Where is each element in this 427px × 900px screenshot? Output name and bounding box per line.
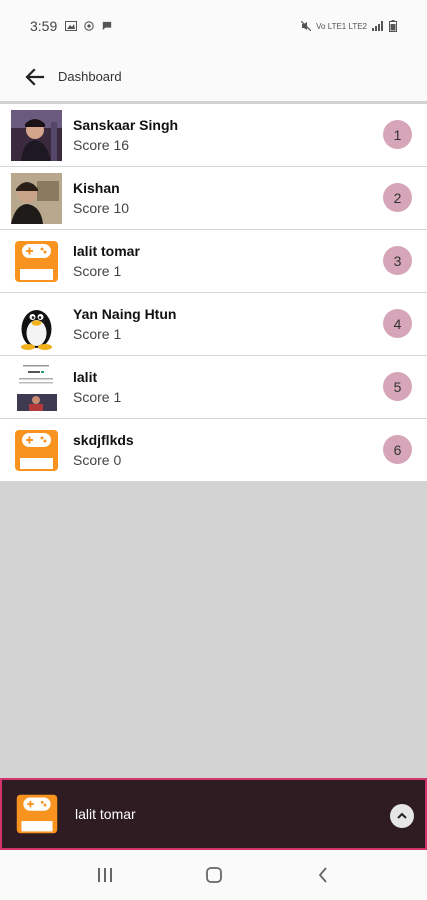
code-war-logo-avatar [11,425,62,476]
code-war-logo-avatar [13,790,61,838]
list-item[interactable]: Yan Naing Htun Score 1 4 [0,293,427,356]
list-item[interactable]: skdjflkds Score 0 6 [0,419,427,482]
status-time: 3:59 [30,18,58,34]
avatar [11,172,62,224]
rank-badge: 1 [383,120,412,149]
player-name: lalit [73,369,98,385]
app-bar: Dashboard [0,52,427,102]
code-war-logo-avatar [11,236,62,287]
mute-icon [301,21,312,31]
player-score: Score 0 [73,452,122,468]
rank-badge: 6 [383,435,412,464]
home-icon [205,867,222,883]
battery-icon [389,20,397,32]
current-user-bar[interactable]: lalit tomar [0,778,427,850]
player-score: Score 1 [73,389,122,405]
tux-penguin-avatar [11,298,62,350]
player-name: skdjflkds [73,432,134,448]
list-item[interactable]: lalit Score 1 5 [0,356,427,419]
player-score: Score 10 [73,200,130,216]
back-nav-button[interactable] [308,860,338,890]
image-icon [65,21,78,31]
status-bar: 3:59 Vo LTE1 LTE2 [0,0,427,52]
network-label: Vo LTE1 LTE2 [316,21,367,31]
current-user-name: lalit tomar [75,806,136,822]
player-score: Score 1 [73,326,122,342]
player-score: Score 1 [73,263,122,279]
player-score: Score 16 [73,137,130,153]
leaderboard-list: Sanskaar Singh Score 16 1 Kishan Score 1… [0,104,427,482]
system-nav-bar [0,850,427,900]
player-name: Sanskaar Singh [73,117,179,133]
chevron-up-icon [397,812,407,819]
expand-button[interactable] [390,804,414,828]
chat-icon [103,21,112,31]
rank-badge: 5 [383,372,412,401]
back-button[interactable] [22,64,48,90]
screenshot-avatar [11,361,62,413]
avatar [11,109,62,161]
list-item[interactable]: Kishan Score 10 2 [0,167,427,230]
page-title: Dashboard [58,69,122,84]
rank-badge: 2 [383,183,412,212]
recents-icon [97,868,112,882]
whatsapp-icon [84,21,94,31]
list-item[interactable]: lalit tomar Score 1 3 [0,230,427,293]
status-right: Vo LTE1 LTE2 [301,20,397,32]
rank-badge: 3 [383,246,412,275]
signal-icon [372,21,383,31]
rank-badge: 4 [383,309,412,338]
back-chevron-icon [318,867,327,883]
arrow-left-icon [25,67,45,86]
player-name: Yan Naing Htun [73,306,177,322]
recents-button[interactable] [90,860,120,890]
player-name: Kishan [73,180,120,196]
player-name: lalit tomar [73,243,140,259]
notification-icons [65,21,113,31]
home-button[interactable] [199,860,229,890]
list-item[interactable]: Sanskaar Singh Score 16 1 [0,104,427,167]
